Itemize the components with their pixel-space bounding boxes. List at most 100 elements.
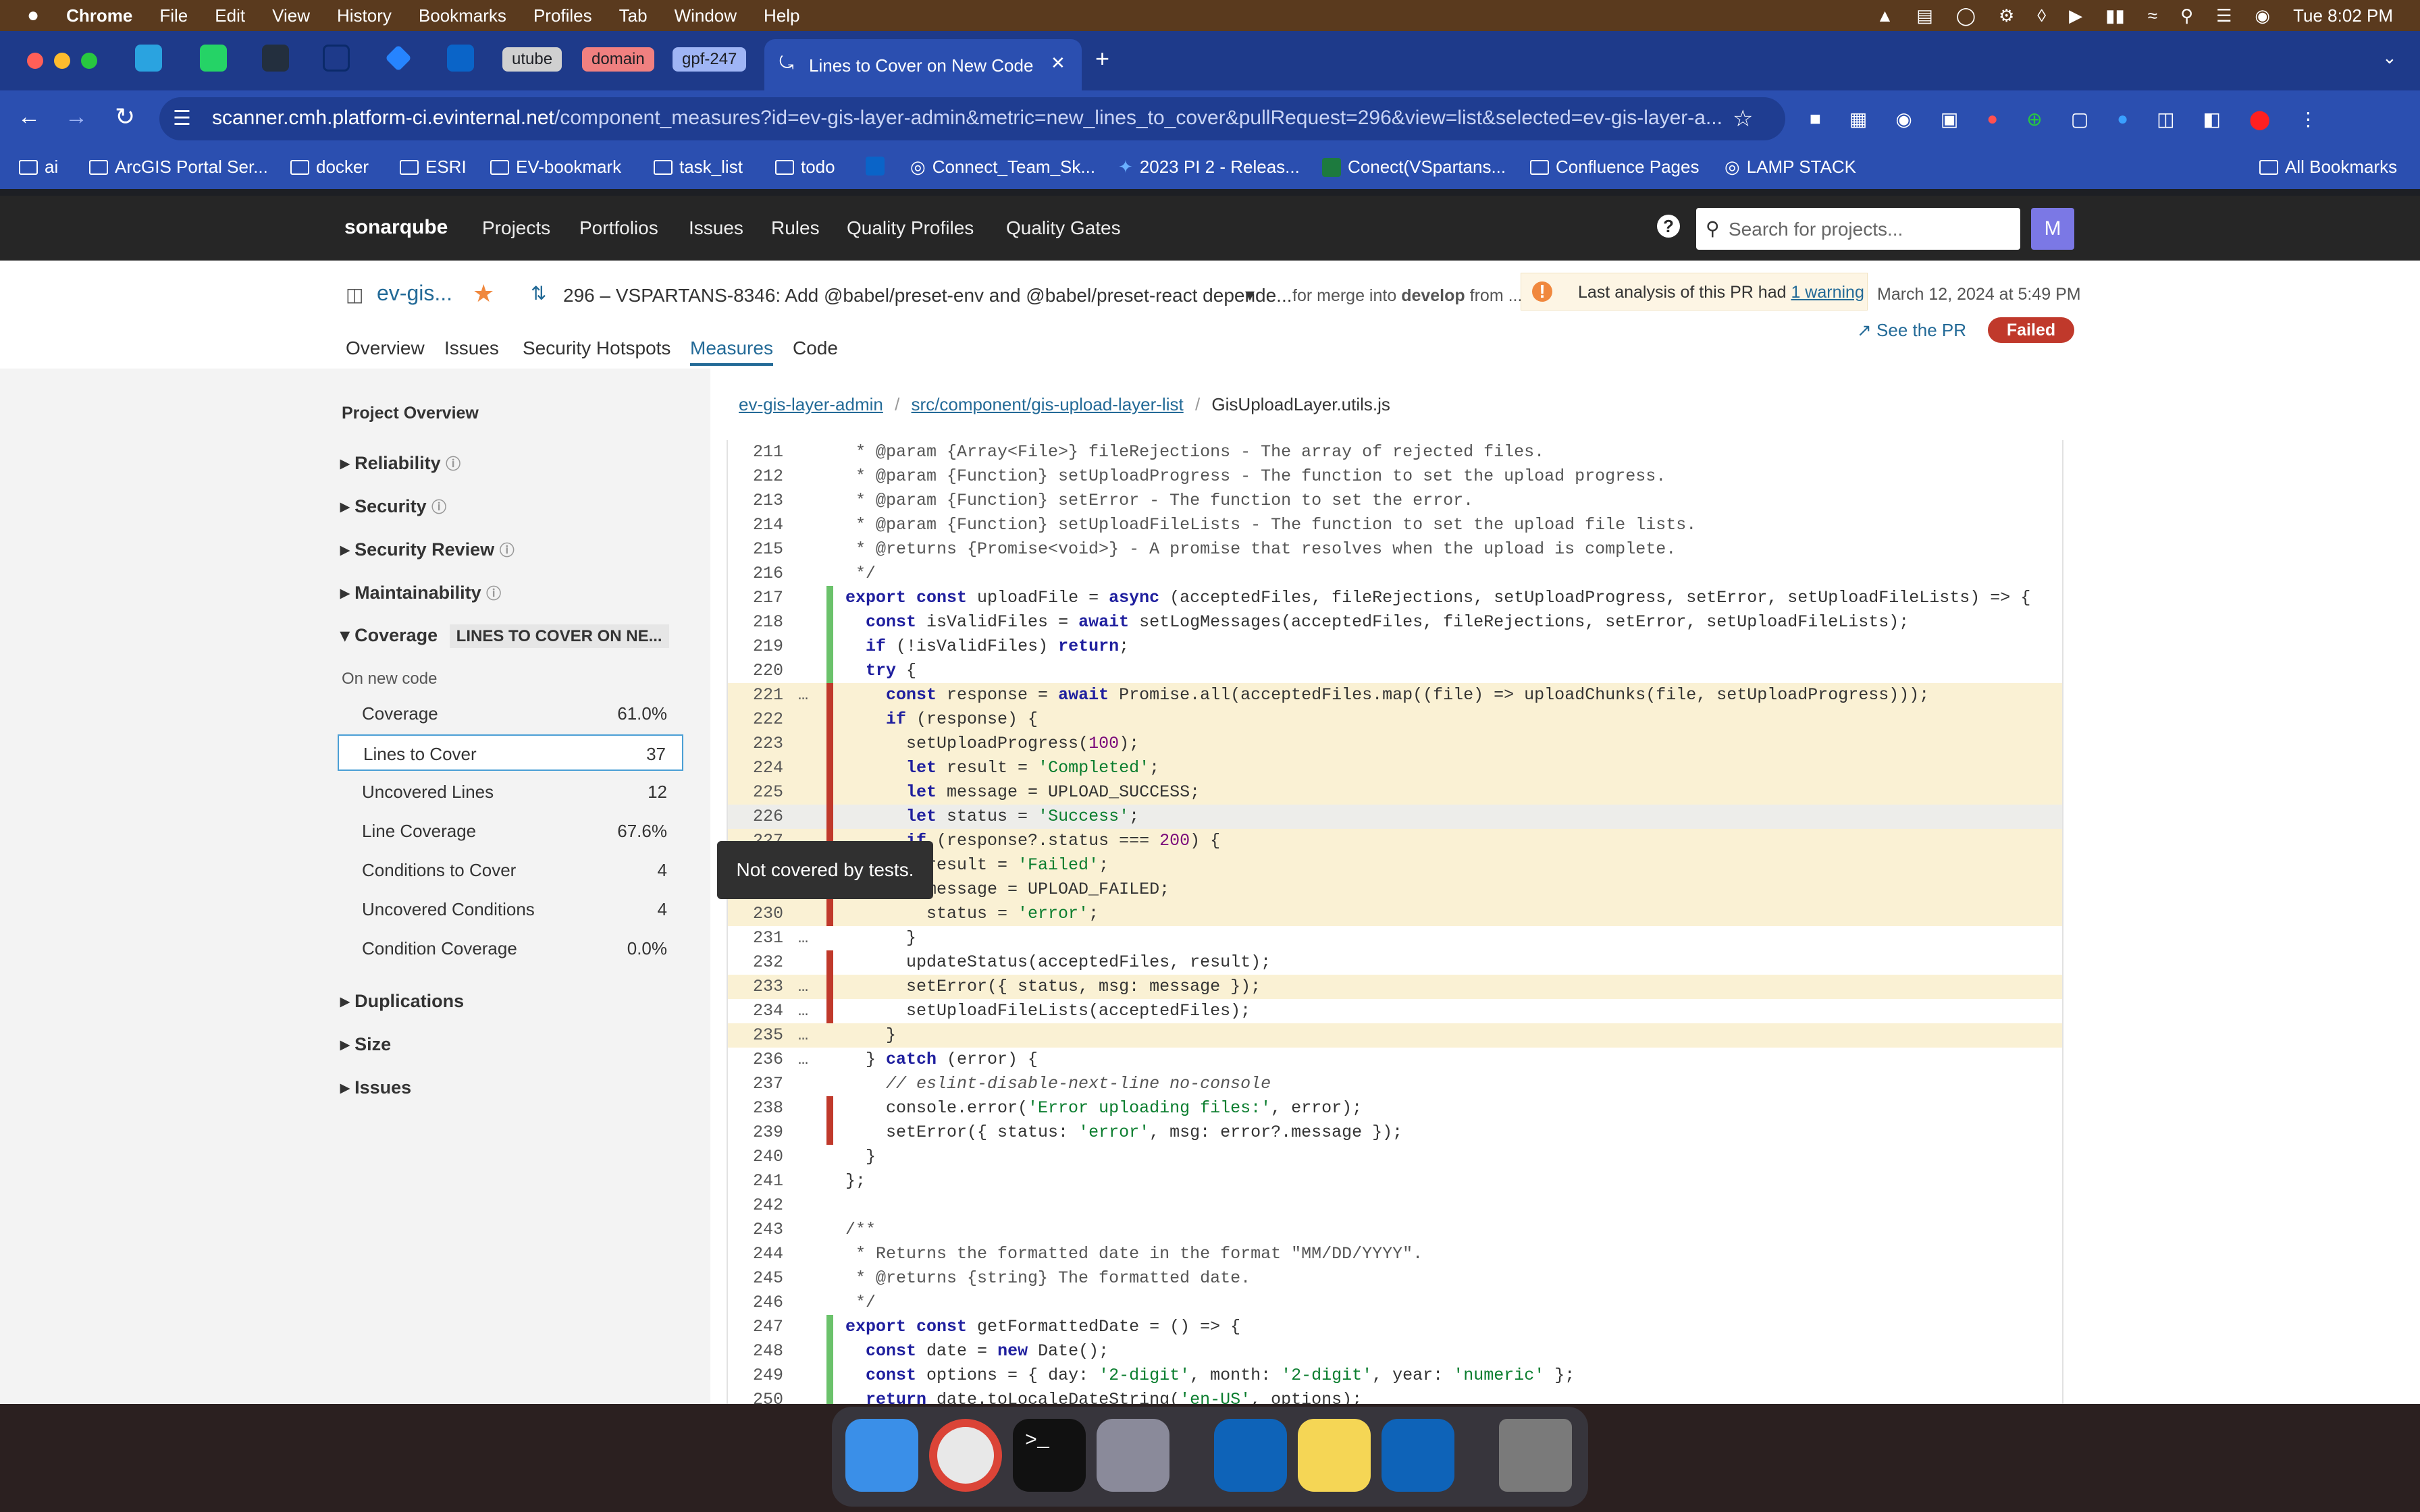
line-number[interactable]: 212 [728, 464, 783, 489]
trash-icon[interactable] [1499, 1419, 1572, 1492]
window-zoom-button[interactable] [81, 53, 97, 69]
new-tab-button[interactable]: + [1095, 45, 1109, 73]
bookmark-ai[interactable]: ai [19, 157, 58, 178]
nav-quality-gates[interactable]: Quality Gates [1006, 217, 1121, 239]
section-duplications[interactable]: ▸ Duplications [340, 991, 464, 1012]
coverage-marker[interactable] [826, 756, 833, 780]
spotlight-search-icon[interactable]: ⚲ [2180, 5, 2193, 26]
notes-icon[interactable] [1298, 1419, 1371, 1492]
line-number[interactable]: 250 [728, 1388, 783, 1404]
site-info-icon[interactable]: ☰ [173, 107, 191, 130]
warning-link[interactable]: 1 warning [1791, 283, 1864, 302]
line-number[interactable]: 239 [728, 1120, 783, 1145]
tab-overview[interactable]: Overview [346, 338, 425, 359]
section-size[interactable]: ▸ Size [340, 1034, 391, 1055]
help-circle-icon[interactable]: ⓘ [500, 542, 515, 559]
tab-search-chevron-icon[interactable]: ⌄ [2382, 47, 2397, 68]
nav-rules[interactable]: Rules [771, 217, 820, 239]
line-number[interactable]: 222 [728, 707, 783, 732]
pinned-tab-outlook-icon[interactable] [447, 45, 474, 72]
line-number[interactable]: 240 [728, 1145, 783, 1169]
line-number[interactable]: 223 [728, 732, 783, 756]
status-play-icon[interactable]: ▶ [2069, 5, 2082, 26]
line-number[interactable]: 231 [728, 926, 783, 950]
chrome-icon[interactable] [929, 1419, 1002, 1492]
line-number[interactable]: 220 [728, 659, 783, 683]
chrome-menu-icon[interactable]: ⋮ [2298, 108, 2317, 130]
coverage-marker[interactable] [826, 999, 833, 1023]
pr-title[interactable]: 296 – VSPARTANS-8346: Add @babel/preset-… [563, 285, 1292, 306]
line-number[interactable]: 215 [728, 537, 783, 562]
vscode-icon[interactable] [1214, 1419, 1287, 1492]
coverage-marker[interactable] [826, 659, 833, 683]
metric-condition-coverage[interactable]: Condition Coverage 0.0% [338, 930, 683, 967]
user-avatar[interactable]: M [2031, 208, 2074, 250]
metric-uncovered-lines[interactable]: Uncovered Lines 12 [338, 774, 683, 810]
metric-line-coverage[interactable]: Line Coverage 67.6% [338, 813, 683, 849]
section-security-review[interactable]: ▸ Security Review ⓘ [340, 539, 515, 560]
coverage-marker[interactable] [826, 1339, 833, 1364]
line-number[interactable]: 226 [728, 805, 783, 829]
line-number[interactable]: 219 [728, 634, 783, 659]
line-number[interactable]: 225 [728, 780, 783, 805]
breadcrumb-path-link[interactable]: src/component/gis-upload-layer-list [912, 394, 1184, 414]
line-number[interactable]: 246 [728, 1291, 783, 1315]
extension-puzzle-icon[interactable]: ◉ [1895, 108, 1912, 130]
section-security[interactable]: ▸ Security ⓘ [340, 495, 446, 517]
line-number[interactable]: 214 [728, 513, 783, 537]
coverage-marker[interactable] [826, 902, 833, 926]
tab-group-domain[interactable]: domain [582, 47, 654, 72]
url-text[interactable]: scanner.cmh.platform-ci.evinternal.net/c… [212, 107, 1722, 130]
bookmark-docker[interactable]: docker [290, 157, 369, 178]
line-number[interactable]: 249 [728, 1364, 783, 1388]
line-number[interactable]: 224 [728, 756, 783, 780]
finder-icon[interactable] [845, 1419, 918, 1492]
apple-menu-icon[interactable]: ● [27, 4, 39, 27]
line-number[interactable]: 232 [728, 950, 783, 975]
metric-conditions-to-cover[interactable]: Conditions to Cover 4 [338, 852, 683, 888]
coverage-marker[interactable] [826, 950, 833, 975]
line-number[interactable]: 211 [728, 440, 783, 464]
line-number[interactable]: 235 [728, 1023, 783, 1048]
launchpad-icon[interactable] [1097, 1419, 1169, 1492]
tab-issues[interactable]: Issues [444, 338, 499, 359]
bookmark-confluence[interactable]: Confluence Pages [1530, 157, 1699, 178]
coverage-marker[interactable] [826, 610, 833, 634]
project-search-input[interactable]: ⚲ Search for projects... [1696, 208, 2020, 250]
duplication-marker[interactable]: … [798, 975, 812, 999]
bookmark-2023-pi[interactable]: ✦ 2023 PI 2 - Releas... [1118, 157, 1300, 178]
coverage-marker[interactable] [826, 634, 833, 659]
pinned-tab-aws-icon[interactable] [262, 45, 289, 72]
line-number[interactable]: 234 [728, 999, 783, 1023]
help-circle-icon[interactable]: ⓘ [486, 585, 501, 602]
coverage-marker[interactable] [826, 780, 833, 805]
extension-hand-icon[interactable]: ● [1987, 108, 1998, 130]
line-number[interactable]: 243 [728, 1218, 783, 1242]
line-number[interactable]: 247 [728, 1315, 783, 1339]
wifi-icon[interactable]: ≈ [2148, 5, 2157, 26]
pr-dropdown-chevron-icon[interactable]: ▾ [1245, 284, 1255, 306]
coverage-marker[interactable] [826, 707, 833, 732]
bookmark-esri[interactable]: ESRI [400, 157, 467, 178]
line-number[interactable]: 233 [728, 975, 783, 999]
section-coverage[interactable]: ▾ Coverage LINES TO COVER ON NE... [340, 624, 669, 648]
pinned-tab-circle-icon[interactable] [323, 45, 350, 72]
menu-help[interactable]: Help [764, 5, 799, 26]
metric-lines-to-cover[interactable]: Lines to Cover 37 [338, 734, 683, 771]
favorite-star-icon[interactable]: ★ [473, 279, 494, 308]
battery-icon[interactable]: ▮▮ [2105, 5, 2125, 26]
back-button[interactable]: ← [18, 104, 41, 130]
tab-security-hotspots[interactable]: Security Hotspots [523, 338, 670, 359]
nav-portfolios[interactable]: Portfolios [579, 217, 658, 239]
line-number[interactable]: 217 [728, 586, 783, 610]
menu-window[interactable]: Window [675, 5, 737, 26]
duplication-marker[interactable]: … [798, 683, 812, 707]
nav-quality-profiles[interactable]: Quality Profiles [847, 217, 974, 239]
line-number[interactable]: 216 [728, 562, 783, 586]
coverage-marker[interactable] [826, 1388, 833, 1404]
line-number[interactable]: 236 [728, 1048, 783, 1072]
status-chart-icon[interactable]: ▤ [1916, 5, 1933, 26]
tab-code[interactable]: Code [793, 338, 838, 359]
coverage-marker[interactable] [826, 732, 833, 756]
bookmark-task-list[interactable]: task_list [654, 157, 743, 178]
